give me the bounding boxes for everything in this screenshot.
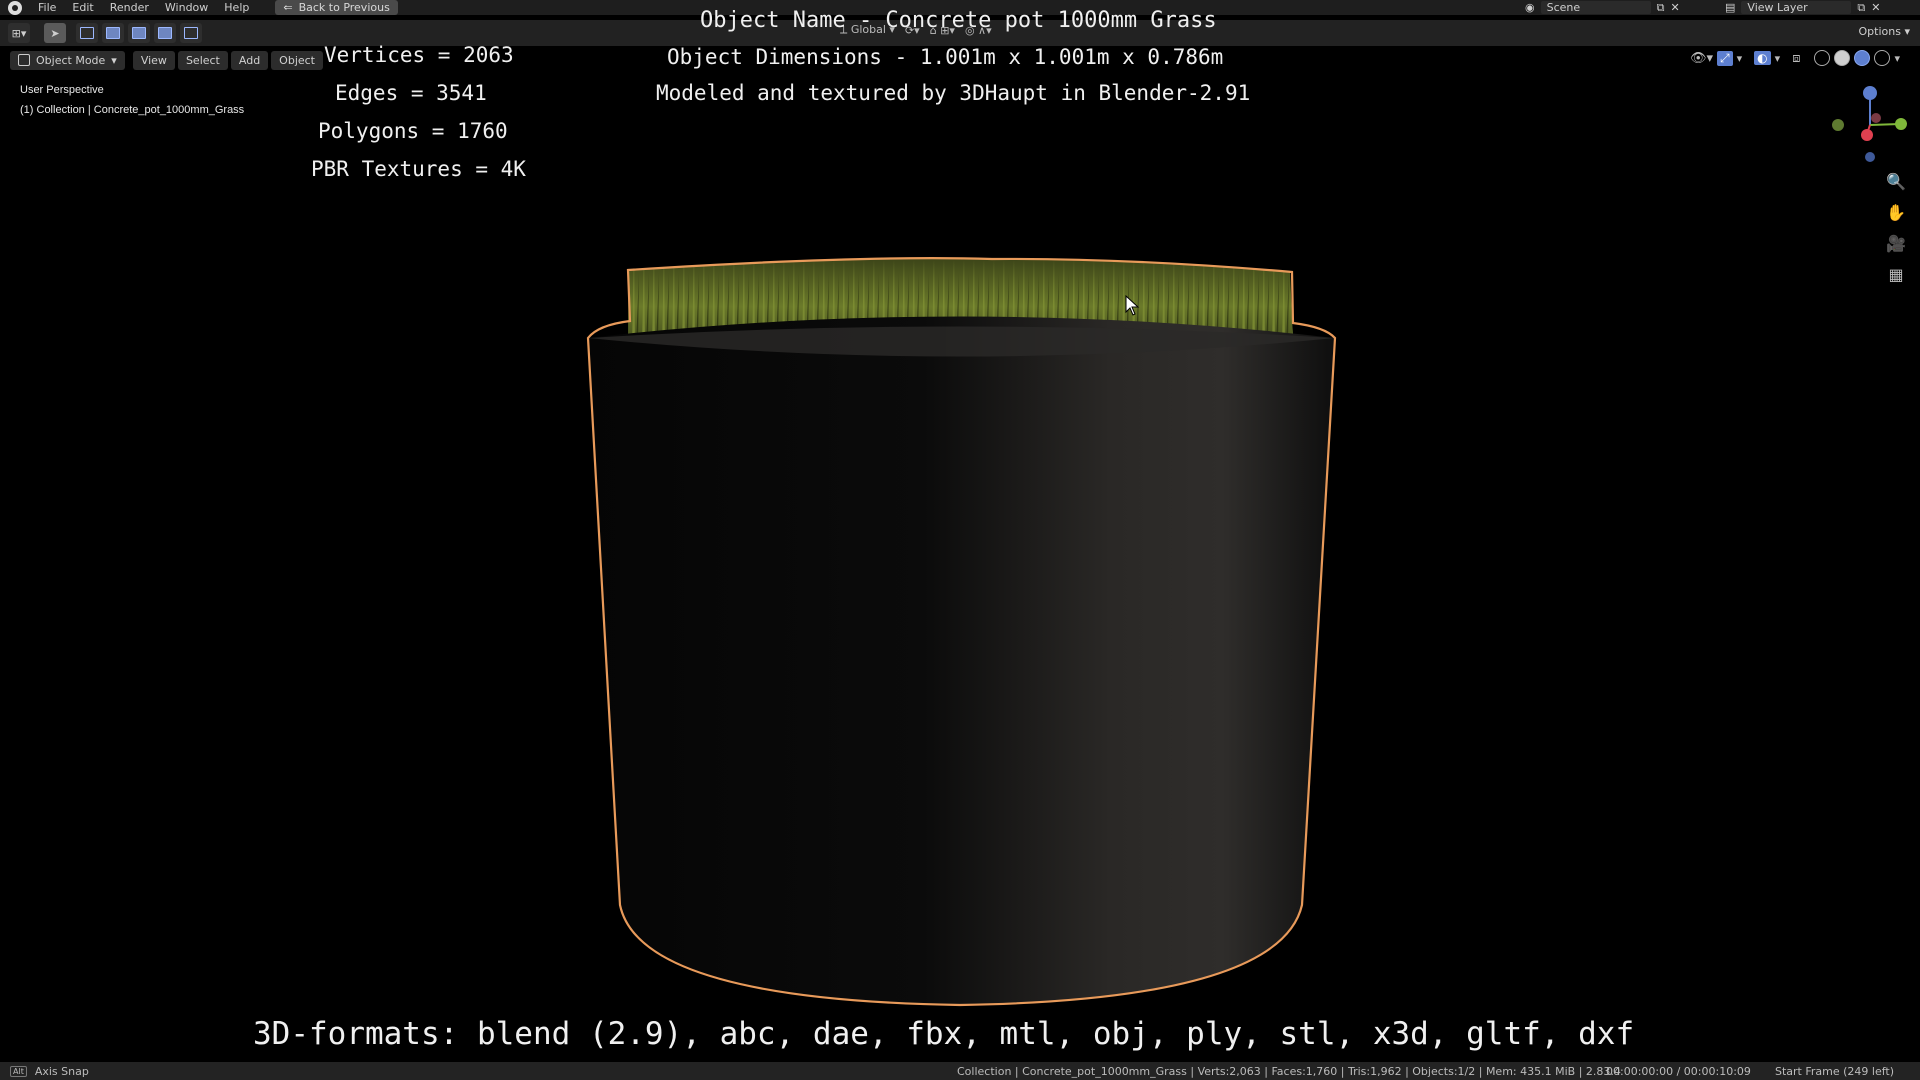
options-dropdown[interactable]: Options ▾ xyxy=(1859,25,1910,38)
cursor-arrow-icon: ➤ xyxy=(50,26,60,40)
z-axis-handle[interactable] xyxy=(1863,86,1877,100)
concrete-pot-render[interactable] xyxy=(580,255,1340,1015)
menu-render[interactable]: Render xyxy=(102,0,157,15)
select-subtract-icon xyxy=(132,27,146,39)
pot-body xyxy=(588,316,1335,1005)
select-mode-subtract[interactable] xyxy=(128,23,150,43)
edges-count-text: Edges = 3541 xyxy=(335,81,487,105)
status-bar: Alt Axis Snap Collection | Concrete_pot_… xyxy=(0,1062,1920,1080)
textures-text: PBR Textures = 4K xyxy=(311,157,526,181)
pan-hand-icon[interactable]: ✋ xyxy=(1886,203,1906,222)
gizmo-toggle-icon[interactable]: ⤢ xyxy=(1717,50,1733,66)
view-perspective-label: User Perspective xyxy=(20,84,104,96)
select-mode-intersect[interactable] xyxy=(180,23,202,43)
select-mode-new[interactable] xyxy=(76,23,98,43)
neg-z-axis-handle[interactable] xyxy=(1865,152,1875,162)
grid-icon[interactable]: ▦ xyxy=(1888,265,1903,284)
select-intersect-icon xyxy=(184,27,198,39)
material-preview-shading-icon[interactable] xyxy=(1854,50,1871,66)
remove-view-layer-icon[interactable]: ✕ xyxy=(1871,1,1880,14)
select-mode-invert[interactable] xyxy=(154,23,176,43)
scene-statistics: Collection | Concrete_pot_1000mm_Grass |… xyxy=(957,1064,1621,1078)
mouse-cursor-icon xyxy=(1125,295,1140,316)
keyboard-alt-icon: Alt xyxy=(10,1065,27,1077)
select-mode-extend[interactable] xyxy=(102,23,124,43)
credit-text: Modeled and textured by 3DHaupt in Blend… xyxy=(656,81,1251,105)
vertices-count-text: Vertices = 2063 xyxy=(324,43,514,67)
viewport-nav-buttons: 🔍 ✋ 🎥 ▦ xyxy=(1884,172,1908,284)
scene-name-field[interactable]: Scene xyxy=(1540,1,1651,14)
editor-type-button[interactable]: ⊞▾ xyxy=(8,23,30,43)
visibility-icon[interactable]: 👁▾ xyxy=(1690,51,1713,66)
back-to-previous-label: Back to Previous xyxy=(298,1,390,14)
back-icon: ⇐ xyxy=(283,1,293,14)
menu-file[interactable]: File xyxy=(30,0,64,15)
camera-icon[interactable]: 🎥 xyxy=(1886,234,1906,253)
select-menu[interactable]: Select xyxy=(177,50,228,70)
neg-x-axis-handle[interactable] xyxy=(1871,113,1881,123)
axis-snap-label: Axis Snap xyxy=(34,1064,89,1078)
menu-edit[interactable]: Edit xyxy=(64,0,101,15)
xray-toggle-icon[interactable]: ⧈ xyxy=(1792,51,1800,66)
select-extend-icon xyxy=(106,27,120,39)
object-mode-dropdown[interactable]: Object Mode ▾ xyxy=(10,50,125,70)
x-axis-handle[interactable] xyxy=(1861,129,1873,141)
playback-time: 00:00:00:00 / 00:00:10:09 xyxy=(1606,1064,1751,1078)
blender-logo-icon[interactable] xyxy=(8,0,22,15)
object-menu[interactable]: Object xyxy=(271,50,323,70)
view-layer-name-field[interactable]: View Layer xyxy=(1741,1,1852,14)
start-frame-info: Start Frame (249 left) xyxy=(1775,1064,1895,1078)
menu-help[interactable]: Help xyxy=(216,0,257,15)
polygons-count-text: Polygons = 1760 xyxy=(318,119,508,143)
shading-options-icon[interactable]: ▾ xyxy=(1894,52,1900,65)
back-to-previous-button[interactable]: ⇐ Back to Previous xyxy=(275,0,398,15)
view-layer-selector[interactable]: ▤ View Layer ⧉ ✕ xyxy=(1725,0,1880,15)
select-new-icon xyxy=(80,27,94,39)
new-scene-icon[interactable]: ⧉ xyxy=(1657,1,1665,15)
remove-scene-icon[interactable]: ✕ xyxy=(1670,1,1679,14)
object-mode-label: Object Mode xyxy=(36,53,106,67)
zoom-icon[interactable]: 🔍 xyxy=(1886,172,1906,191)
y-axis-handle[interactable] xyxy=(1895,118,1907,130)
wireframe-shading-icon[interactable] xyxy=(1814,50,1831,66)
solid-shading-icon[interactable] xyxy=(1834,50,1851,66)
new-view-layer-icon[interactable]: ⧉ xyxy=(1857,1,1865,15)
editor-type-icon: ⊞▾ xyxy=(11,26,27,40)
add-menu[interactable]: Add xyxy=(230,50,269,70)
object-name-text: Object Name - Concrete pot 1000mm Grass xyxy=(700,8,1217,33)
overlays-options-icon[interactable]: ▾ xyxy=(1775,52,1781,65)
menu-window[interactable]: Window xyxy=(157,0,216,15)
object-mode-icon xyxy=(18,54,30,66)
gizmo-options-icon[interactable]: ▾ xyxy=(1737,52,1743,65)
view-layer-icon: ▤ xyxy=(1725,1,1736,14)
scene-icon: ◉ xyxy=(1525,1,1535,14)
neg-y-axis-handle[interactable] xyxy=(1832,119,1844,131)
object-dimensions-text: Object Dimensions - 1.001m x 1.001m x 0.… xyxy=(667,45,1224,69)
select-tool-button[interactable]: ➤ xyxy=(44,23,66,43)
select-invert-icon xyxy=(158,27,172,39)
rendered-shading-icon[interactable] xyxy=(1874,50,1891,66)
chevron-down-icon: ▾ xyxy=(111,53,117,67)
formats-text: 3D-formats: blend (2.9), abc, dae, fbx, … xyxy=(253,1016,1635,1052)
view-menu[interactable]: View xyxy=(132,50,175,70)
overlays-toggle-icon[interactable]: ◐ xyxy=(1754,51,1771,65)
viewport-shading-controls: 👁▾ ⤢ ▾ ◐ ▾ ⧈ ▾ xyxy=(1690,50,1900,66)
scene-selector[interactable]: ◉ Scene ⧉ ✕ xyxy=(1525,0,1680,15)
active-collection-label: (1) Collection | Concrete_pot_1000mm_Gra… xyxy=(20,104,245,116)
navigation-gizmo[interactable] xyxy=(1820,80,1910,170)
options-label: Options xyxy=(1858,25,1901,38)
